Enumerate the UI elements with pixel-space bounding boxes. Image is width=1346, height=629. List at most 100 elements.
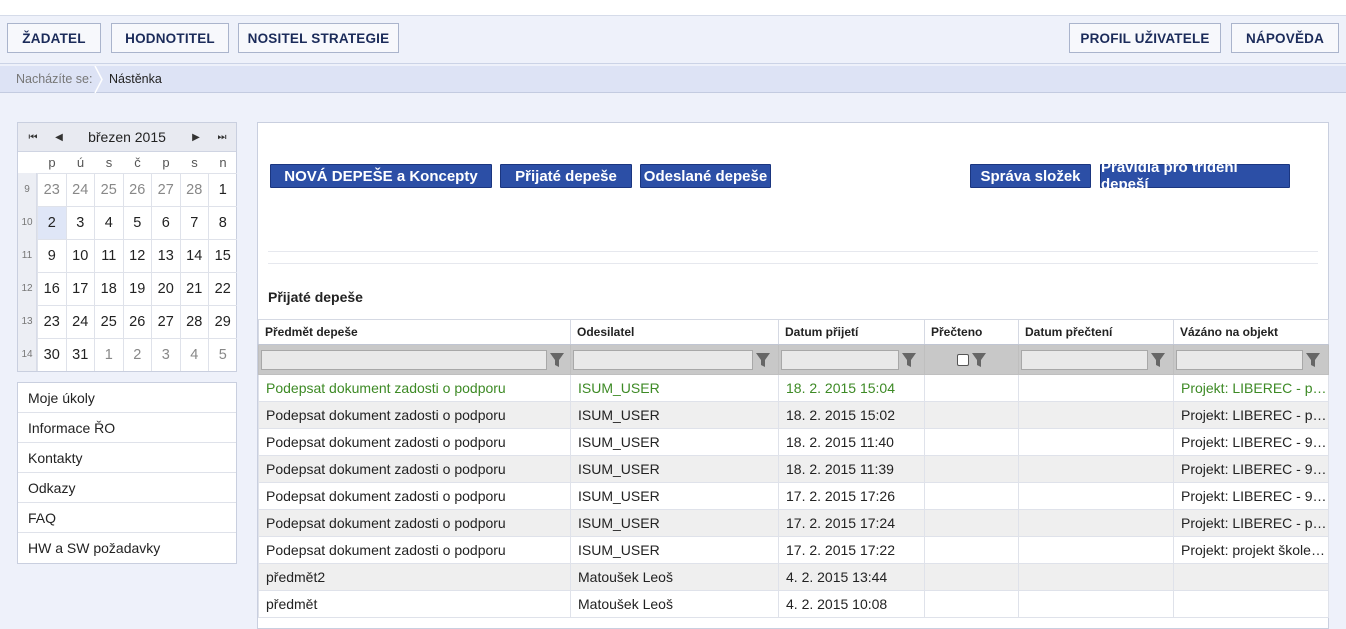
nav-zadatel-button[interactable]: ŽADATEL [7,23,101,53]
calendar-day[interactable]: 26 [122,305,151,338]
manage-folders-button[interactable]: Správa složek [970,164,1091,188]
calendar-day[interactable]: 16 [37,272,66,305]
calendar-day[interactable]: 31 [65,338,94,371]
filter-icon[interactable] [1151,352,1165,368]
calendar-day[interactable]: 13 [151,239,180,272]
calendar-day[interactable]: 29 [208,305,237,338]
menu-item-informace-ro[interactable]: Informace ŘO [18,413,236,443]
calendar-day[interactable]: 9 [37,239,66,272]
breadcrumb-current[interactable]: Nástěnka [109,72,162,86]
calendar-day[interactable]: 1 [208,173,237,206]
calendar-day[interactable]: 24 [65,173,94,206]
calendar-day[interactable]: 4 [179,338,208,371]
column-header-read[interactable]: Přečteno [924,319,1019,345]
calendar-day[interactable]: 25 [94,305,123,338]
calendar-day[interactable]: 27 [151,173,180,206]
calendar-day[interactable]: 7 [179,206,208,239]
table-row[interactable]: předmět Matoušek Leoš 4. 2. 2015 10:08 [258,590,1329,618]
received-messages-button[interactable]: Přijaté depeše [500,164,632,188]
nav-hodnotitel-button[interactable]: HODNOTITEL [111,23,229,53]
calendar-day[interactable]: 30 [37,338,66,371]
calendar-day[interactable]: 15 [208,239,237,272]
filter-read-checkbox[interactable] [957,353,969,366]
table-row[interactable]: Podepsat dokument zadosti o podporu ISUM_… [258,536,1329,564]
cell-read-date [1018,590,1174,618]
calendar-day[interactable]: 3 [65,206,94,239]
menu-item-hw-sw[interactable]: HW a SW požadavky [18,533,236,563]
calendar-day[interactable]: 10 [65,239,94,272]
table-row[interactable]: Podepsat dokument zadosti o podporu ISUM_… [258,482,1329,510]
calendar-day[interactable]: 28 [179,173,208,206]
calendar-day[interactable]: 2 [37,206,66,239]
menu-item-faq[interactable]: FAQ [18,503,236,533]
calendar-day[interactable]: 12 [122,239,151,272]
cell-read [924,536,1019,564]
new-message-button[interactable]: NOVÁ DEPEŠE a Koncepty [270,164,492,188]
column-header-linked-object[interactable]: Vázáno na objekt [1173,319,1329,345]
help-button[interactable]: NÁPOVĚDA [1231,23,1339,53]
prev-year-icon[interactable]: ⏮ [25,130,41,146]
calendar-day[interactable]: 20 [151,272,180,305]
calendar-day[interactable]: 5 [208,338,237,371]
calendar-day[interactable]: 21 [179,272,208,305]
menu-item-odkazy[interactable]: Odkazy [18,473,236,503]
cell-received-date: 4. 2. 2015 10:08 [778,590,925,618]
weekday-label: p [48,155,56,170]
calendar-day[interactable]: 17 [65,272,94,305]
calendar-day[interactable]: 23 [37,305,66,338]
calendar-day[interactable]: 24 [65,305,94,338]
column-header-sender[interactable]: Odesilatel [570,319,779,345]
menu-item-kontakty[interactable]: Kontakty [18,443,236,473]
calendar-day[interactable]: 22 [208,272,237,305]
filter-input-received-date[interactable] [781,349,899,370]
calendar-day[interactable]: 26 [122,173,151,206]
cell-received-date: 17. 2. 2015 17:26 [778,482,925,510]
filter-icon[interactable] [1306,352,1320,368]
filter-icon[interactable] [902,352,916,368]
filter-input-sender[interactable] [573,349,753,370]
filter-input-linked-object[interactable] [1176,349,1303,370]
filter-icon[interactable] [972,352,986,368]
cell-read-date [1018,428,1174,456]
table-row[interactable]: Podepsat dokument zadosti o podporu ISUM_… [258,509,1329,537]
cell-read-date [1018,482,1174,510]
profile-button[interactable]: PROFIL UŽIVATELE [1069,23,1221,53]
table-row[interactable]: předmět2 Matoušek Leoš 4. 2. 2015 13:44 [258,563,1329,591]
column-header-received-date[interactable]: Datum přijetí [778,319,925,345]
calendar-day[interactable]: 6 [151,206,180,239]
prev-month-icon[interactable]: ◀ [51,130,67,146]
table-row[interactable]: Podepsat dokument zadosti o podporu ISUM_… [258,455,1329,483]
calendar-day[interactable]: 1 [94,338,123,371]
next-month-icon[interactable]: ▶ [188,130,204,146]
calendar-day[interactable]: 27 [151,305,180,338]
calendar-day[interactable]: 3 [151,338,180,371]
table-row[interactable]: Podepsat dokument zadosti o podporu ISUM_… [258,428,1329,456]
sorting-rules-button[interactable]: Pravidla pro třídění depeší [1100,159,1290,193]
sent-messages-button[interactable]: Odeslané depeše [640,164,771,188]
nav-nositel-strategie-button[interactable]: NOSITEL STRATEGIE [238,23,399,53]
calendar-day[interactable]: 5 [122,206,151,239]
column-header-read-date[interactable]: Datum přečtení [1018,319,1174,345]
calendar-day[interactable]: 11 [94,239,123,272]
calendar-day[interactable]: 8 [208,206,237,239]
messages-panel: NOVÁ DEPEŠE a Koncepty Přijaté depeše Od… [257,122,1329,629]
calendar-day[interactable]: 25 [94,173,123,206]
calendar-day[interactable]: 2 [122,338,151,371]
filter-input-read-date[interactable] [1021,349,1148,370]
table-row[interactable]: Podepsat dokument zadosti o podporu ISUM_… [258,374,1329,402]
calendar-day[interactable]: 23 [37,173,66,206]
calendar-day[interactable]: 28 [179,305,208,338]
filter-input-subject[interactable] [261,349,547,370]
weekday-label: č [134,155,141,170]
calendar-day[interactable]: 14 [179,239,208,272]
calendar-day[interactable]: 4 [94,206,123,239]
cell-received-date: 18. 2. 2015 15:02 [778,401,925,429]
column-header-subject[interactable]: Předmět depeše [258,319,571,345]
filter-icon[interactable] [550,352,564,368]
calendar-day[interactable]: 18 [94,272,123,305]
next-year-icon[interactable]: ⏭ [214,130,230,146]
filter-icon[interactable] [756,352,770,368]
table-row[interactable]: Podepsat dokument zadosti o podporu ISUM_… [258,401,1329,429]
menu-item-moje-ukoly[interactable]: Moje úkoly [18,383,236,413]
calendar-day[interactable]: 19 [122,272,151,305]
